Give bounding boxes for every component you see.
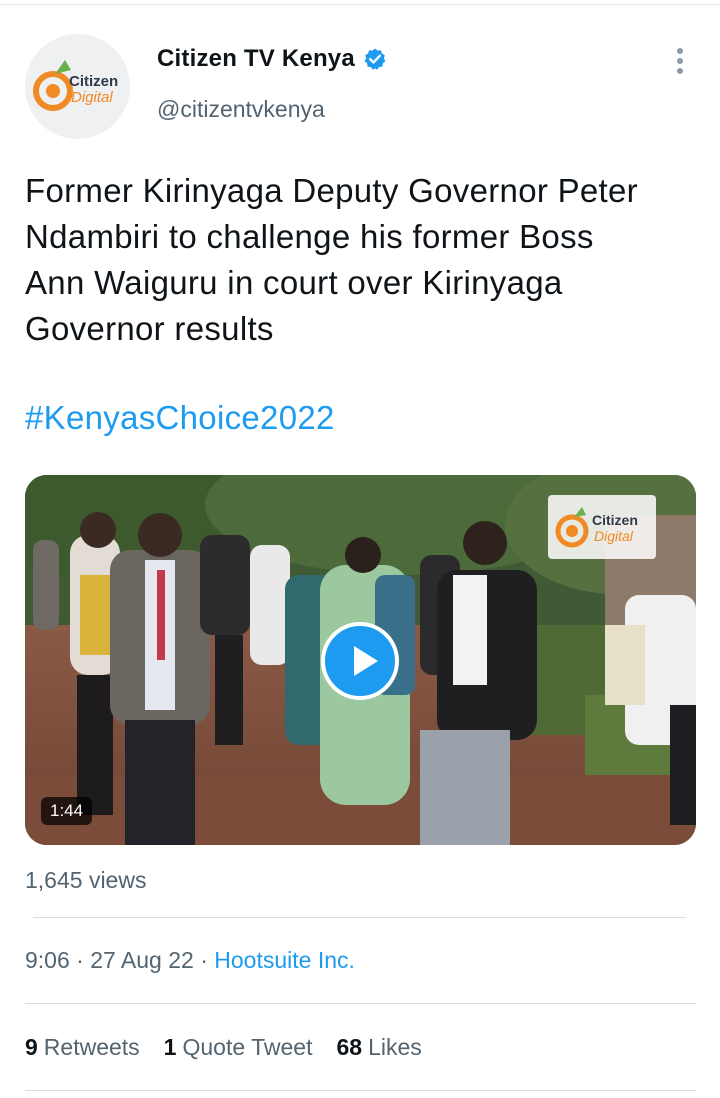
svg-text:Citizen: Citizen: [69, 73, 118, 90]
more-options-icon[interactable]: [670, 48, 690, 78]
top-divider: [0, 4, 720, 5]
svg-text:Digital: Digital: [71, 89, 113, 106]
divider: [25, 1003, 696, 1004]
divider: [33, 917, 686, 918]
play-icon[interactable]: [321, 622, 399, 700]
citizen-digital-logo: Citizen Digital: [33, 60, 118, 111]
tweet-date[interactable]: 27 Aug 22: [90, 947, 194, 973]
name-row: Citizen TV Kenya: [157, 45, 387, 73]
video-duration: 1:44: [41, 797, 93, 825]
engagement-stats: 9 Retweets 1 Quote Tweet 68 Likes: [25, 1034, 446, 1061]
svg-text:Citizen: Citizen: [592, 512, 638, 528]
tweet-text-line: Ann Waiguru in court over Kirinyaga: [25, 264, 563, 301]
meta-separator: ·: [76, 947, 84, 973]
verified-badge-icon: [364, 48, 386, 70]
citizen-digital-watermark: Citizen Digital: [548, 495, 656, 559]
tweet-header: Citizen Digital Citizen TV Kenya @citize…: [0, 30, 720, 140]
meta-separator: ·: [200, 947, 208, 973]
tweet-text-line: Governor results: [25, 310, 274, 347]
tweet-text-line: Former Kirinyaga Deputy Governor Peter: [25, 172, 638, 209]
tweet-text: Former Kirinyaga Deputy Governor Peter N…: [25, 168, 705, 352]
retweets-stat[interactable]: 9 Retweets: [25, 1034, 140, 1061]
tweet-text-line: Ndambiri to challenge his former Boss: [25, 218, 594, 255]
handle[interactable]: @citizentvkenya: [157, 96, 325, 123]
avatar[interactable]: Citizen Digital: [25, 34, 130, 139]
likes-stat[interactable]: 68 Likes: [336, 1034, 421, 1061]
likes-count: 68: [336, 1034, 363, 1060]
divider: [25, 1090, 696, 1091]
quote-tweets-count: 1: [163, 1034, 177, 1060]
tweet-meta: 9:06 · 27 Aug 22 · Hootsuite Inc.: [25, 947, 355, 974]
citizen-digital-logo-icon: Citizen Digital: [555, 507, 638, 548]
view-count: 1,645 views: [25, 867, 147, 893]
video-player[interactable]: Citizen Digital 1:44: [25, 475, 696, 845]
retweets-label: Retweets: [43, 1034, 140, 1060]
hashtag-link[interactable]: #KenyasChoice2022: [25, 395, 335, 441]
tweet-time[interactable]: 9:06: [25, 947, 70, 973]
likes-label: Likes: [368, 1034, 422, 1060]
quote-tweets-stat[interactable]: 1 Quote Tweet: [164, 1034, 313, 1061]
tweet-source-link[interactable]: Hootsuite Inc.: [214, 947, 355, 973]
svg-text:Digital: Digital: [594, 528, 634, 544]
quote-tweets-label: Quote Tweet: [182, 1034, 313, 1060]
retweets-count: 9: [25, 1034, 38, 1060]
display-name[interactable]: Citizen TV Kenya: [157, 45, 355, 73]
